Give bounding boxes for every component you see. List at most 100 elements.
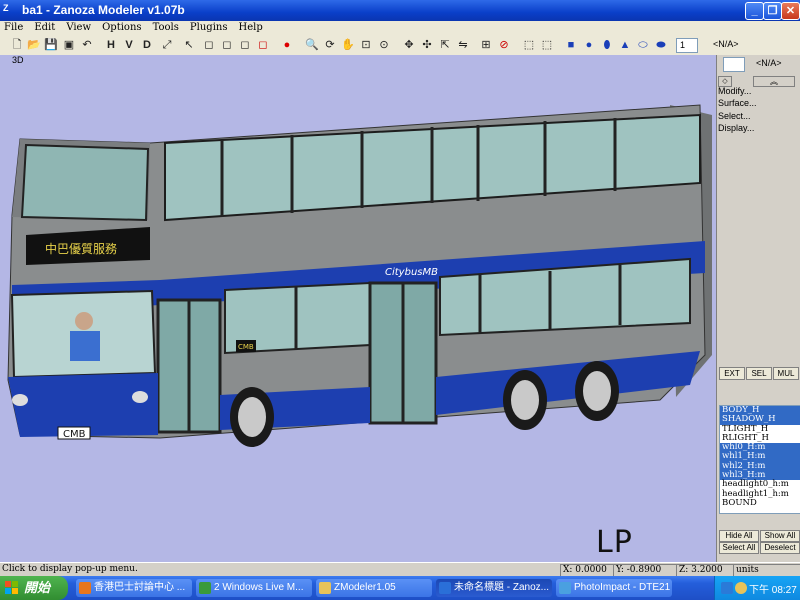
mode-mul-button[interactable]: MUL xyxy=(773,367,799,380)
open-file-icon[interactable]: 📂 xyxy=(27,38,41,52)
panel-spin-field[interactable] xyxy=(723,57,745,72)
taskbar-item-icon xyxy=(439,582,451,594)
menu-edit[interactable]: Edit xyxy=(30,21,59,34)
taskbar-item[interactable]: 未命名標題 - Zanoz... xyxy=(436,579,552,597)
menu-view[interactable]: View xyxy=(62,21,95,34)
restore-button[interactable]: ❐ xyxy=(763,2,782,20)
destination-sign: 中巴優質服務 xyxy=(45,241,117,256)
menu-help[interactable]: Help xyxy=(235,21,267,34)
na-field-top: <N/A> xyxy=(713,39,739,49)
zoom-all-icon[interactable]: ⤢ xyxy=(160,38,174,52)
panel-link-display[interactable]: Display... xyxy=(718,123,754,133)
status-message: Click to display pop-up menu. xyxy=(2,564,138,574)
select-rect-icon[interactable]: ⬚ xyxy=(522,38,536,52)
system-tray: 下午 08:27 xyxy=(714,576,800,600)
sphere-primitive-icon[interactable]: ● xyxy=(582,38,596,52)
zoom-icon[interactable]: 🔍 xyxy=(305,38,319,52)
panel-link-surface[interactable]: Surface... xyxy=(718,98,757,108)
save-icon[interactable]: 💾 xyxy=(44,38,58,52)
taskbar-item-icon xyxy=(319,582,331,594)
taskbar-item-label: 2 Windows Live M... xyxy=(214,582,304,593)
view-d-button[interactable]: D xyxy=(140,38,154,52)
license-plate-label: LP 2918 xyxy=(596,525,675,562)
windows-flag-icon xyxy=(5,581,18,594)
taskbar-item-icon xyxy=(559,582,571,594)
mode-ext-button[interactable]: EXT xyxy=(719,367,745,380)
camera-icon[interactable]: ⊙ xyxy=(377,38,391,52)
move-icon[interactable]: ✥ xyxy=(402,38,416,52)
menu-bar: File Edit View Options Tools Plugins Hel… xyxy=(0,21,800,36)
taskbar-item[interactable]: PhotoImpact - DTE21 xyxy=(556,579,672,597)
torus-primitive-icon[interactable]: ⬭ xyxy=(636,38,650,52)
cube-view-2-icon[interactable]: ◻ xyxy=(220,38,234,52)
save-as-icon[interactable]: ▣ xyxy=(62,38,76,52)
cylinder-primitive-icon[interactable]: ⬮ xyxy=(600,38,614,52)
clock: 下午 08:27 xyxy=(749,585,797,596)
select-tool-icon[interactable]: ↖ xyxy=(182,38,196,52)
select-lasso-icon[interactable]: ⬚ xyxy=(540,38,554,52)
cube-view-3-icon[interactable]: ◻ xyxy=(238,38,252,52)
start-button[interactable]: 開始 xyxy=(0,576,68,600)
layer-item[interactable]: BOUND xyxy=(720,498,800,508)
na-field-panel: <N/A> xyxy=(756,58,782,68)
menu-tools[interactable]: Tools xyxy=(149,21,183,34)
pan-hand-icon[interactable]: ✋ xyxy=(341,38,355,52)
render-sphere-icon[interactable]: ● xyxy=(280,38,294,52)
window-title: ba1 - Zanoza Modeler v1.07b xyxy=(22,3,185,17)
toolbar: 🗋 📂 💾 ▣ ↶ H V D ⤢ ↖ ◻ ◻ ◻ ◻ ● 🔍 ⟳ ✋ ⊡ ⊙ … xyxy=(0,36,800,56)
taskbar-item-label: ZModeler1.05 xyxy=(334,582,396,593)
show-all-button[interactable]: Show All xyxy=(760,530,800,542)
taskbar-item-label: PhotoImpact - DTE21 xyxy=(574,582,671,593)
taskbar-item-icon xyxy=(79,582,91,594)
panel-link-select[interactable]: Select... xyxy=(718,111,751,121)
viewport-3d[interactable]: 3D 中巴優質服務 CitybusMB CMB CMB LP xyxy=(0,55,716,562)
layer-list[interactable]: BODY_H SHADOW_H TLIGHT_H RLIGHT_H whl0_H:m wh… xyxy=(719,405,800,514)
bus-model: 中巴優質服務 CitybusMB CMB CMB xyxy=(7,104,712,447)
box-primitive-icon[interactable]: ■ xyxy=(564,38,578,52)
rotate-icon[interactable]: ✣ xyxy=(420,38,434,52)
deselect-button[interactable]: Deselect xyxy=(760,542,800,554)
menu-options[interactable]: Options xyxy=(98,21,145,34)
mirror-icon[interactable]: ⇋ xyxy=(456,38,470,52)
disc-primitive-icon[interactable]: ⬬ xyxy=(654,38,668,52)
taskbar-item[interactable]: 香港巴士討論中心 ... xyxy=(76,579,192,597)
side-label: CMB xyxy=(238,343,254,351)
taskbar-item-label: 未命名標題 - Zanoz... xyxy=(454,582,550,593)
brand-logo-text: CitybusMB xyxy=(385,267,438,278)
new-file-icon[interactable]: 🗋 xyxy=(10,38,24,52)
zoom-region-icon[interactable]: ⊡ xyxy=(359,38,373,52)
close-button[interactable]: ✕ xyxy=(781,2,800,20)
spin-field[interactable]: 1 xyxy=(676,38,698,53)
status-bar: Click to display pop-up menu. X: 0.0000 … xyxy=(0,562,800,577)
taskbar-item[interactable]: 2 Windows Live M... xyxy=(196,579,312,597)
taskbar-item[interactable]: ZModeler1.05 xyxy=(316,579,432,597)
taskbar-item-icon xyxy=(199,582,211,594)
title-bar: Z ba1 - Zanoza Modeler v1.07b _ ❐ ✕ xyxy=(0,0,800,21)
cone-primitive-icon[interactable]: ▲ xyxy=(618,38,632,52)
command-panel: <N/A> ◇ ︽ Modify... Surface... Select...… xyxy=(716,55,800,562)
view-v-button[interactable]: V xyxy=(122,38,136,52)
taskbar-item-label: 香港巴士討論中心 ... xyxy=(94,582,186,593)
select-all-button[interactable]: Select All xyxy=(719,542,759,554)
delete-icon[interactable]: ⊘ xyxy=(497,38,511,52)
front-plate: CMB xyxy=(63,429,86,440)
menu-plugins[interactable]: Plugins xyxy=(186,21,232,34)
view-h-button[interactable]: H xyxy=(104,38,118,52)
wheel-front xyxy=(230,387,274,447)
menu-file[interactable]: File xyxy=(0,21,27,34)
zmodeler-icon: Z xyxy=(3,3,9,13)
rotate-view-icon[interactable]: ⟳ xyxy=(323,38,337,52)
undo-icon[interactable]: ↶ xyxy=(80,38,94,52)
tray-network-icon[interactable] xyxy=(721,582,733,594)
cube-view-1-icon[interactable]: ◻ xyxy=(202,38,216,52)
hide-all-button[interactable]: Hide All xyxy=(719,530,759,542)
panel-scroll-up-icon[interactable]: ︽ xyxy=(753,76,795,87)
group-icon[interactable]: ⊞ xyxy=(479,38,493,52)
panel-link-modify[interactable]: Modify... xyxy=(718,86,751,96)
cube-view-4-icon[interactable]: ◻ xyxy=(256,38,270,52)
mode-sel-button[interactable]: SEL xyxy=(746,367,772,380)
tray-volume-icon[interactable] xyxy=(735,582,747,594)
scale-icon[interactable]: ⇱ xyxy=(438,38,452,52)
start-label: 開始 xyxy=(24,580,51,595)
minimize-button[interactable]: _ xyxy=(745,2,764,20)
